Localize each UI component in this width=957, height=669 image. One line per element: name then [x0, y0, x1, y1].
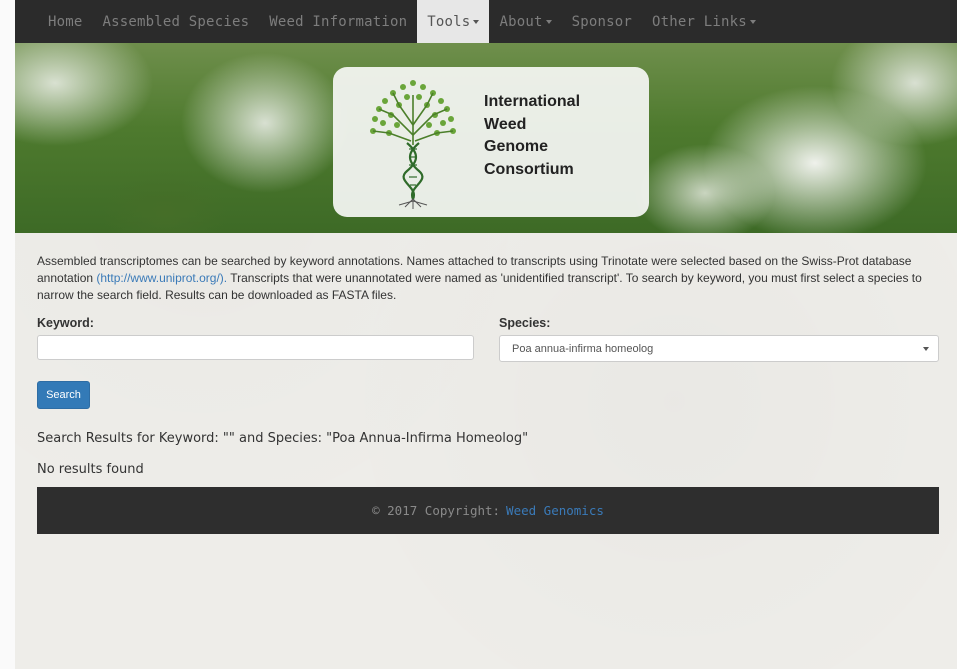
consortium-logo: International Weed Genome Consortium	[333, 67, 649, 217]
logo-line-4: Consortium	[484, 160, 574, 178]
page: Home Assembled Species Weed Information …	[15, 0, 957, 669]
search-button[interactable]: Search	[37, 381, 90, 409]
keyword-input[interactable]	[37, 335, 474, 360]
nav-weed-information[interactable]: Weed Information	[259, 0, 417, 43]
logo-line-3: Genome	[484, 138, 549, 155]
intro-paragraph: Assembled transcriptomes can be searched…	[37, 253, 942, 304]
nav-weed-information-label: Weed Information	[269, 13, 408, 30]
nav-tools-dropdown[interactable]: Tools	[417, 0, 490, 43]
footer-copyright: © 2017 Copyright:	[372, 503, 501, 518]
nav-assembled-species[interactable]: Assembled Species	[93, 0, 260, 43]
chevron-down-icon	[923, 347, 929, 351]
caret-down-icon	[749, 19, 756, 24]
caret-down-icon	[545, 19, 552, 24]
nav-about-dropdown[interactable]: About	[489, 0, 561, 43]
nav-home-label: Home	[48, 13, 83, 30]
nav-assembled-species-label: Assembled Species	[102, 13, 250, 30]
page-gutter	[0, 0, 15, 669]
nav-home[interactable]: Home	[15, 0, 93, 43]
species-select[interactable]: Poa annua-infirma homeolog	[499, 335, 939, 362]
logo-line-2: Weed	[484, 115, 527, 133]
species-label: Species:	[499, 316, 551, 330]
top-navbar: Home Assembled Species Weed Information …	[15, 0, 957, 43]
dna-tree-logo-icon	[370, 80, 456, 209]
nav-other-links-dropdown[interactable]: Other Links	[642, 0, 766, 43]
logo-title: International Weed Genome Consortium	[484, 91, 580, 181]
footer-weed-genomics-link[interactable]: Weed Genomics	[506, 503, 604, 518]
header-banner: International Weed Genome Consortium	[15, 43, 957, 233]
logo-line-1: International	[484, 93, 581, 110]
nav-tools-label: Tools	[427, 13, 471, 30]
species-selected-value: Poa annua-infirma homeolog	[512, 342, 654, 355]
footer: © 2017 Copyright: Weed Genomics	[37, 487, 939, 534]
nav-sponsor[interactable]: Sponsor	[562, 0, 642, 43]
caret-down-icon	[473, 19, 480, 24]
results-title: Search Results for Keyword: "" and Speci…	[37, 431, 529, 446]
no-results-message: No results found	[37, 462, 144, 477]
nav-about-label: About	[499, 13, 543, 30]
keyword-label: Keyword:	[37, 316, 94, 330]
nav-sponsor-label: Sponsor	[571, 13, 632, 30]
uniprot-link[interactable]: (http://www.uniprot.org/).	[96, 271, 227, 285]
nav-other-links-label: Other Links	[652, 13, 747, 30]
